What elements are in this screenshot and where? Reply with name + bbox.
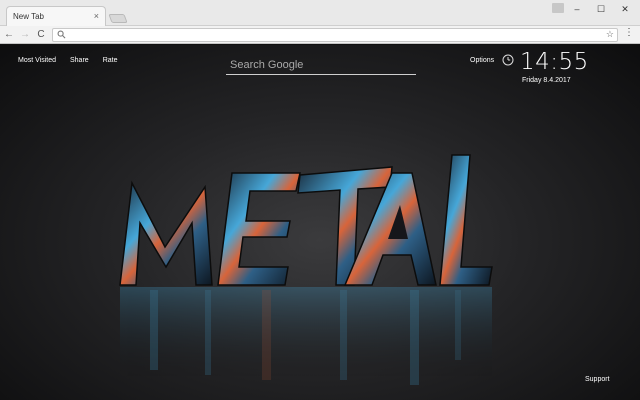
search-box bbox=[226, 55, 416, 75]
search-input[interactable] bbox=[226, 56, 416, 74]
new-tab-page: Most Visited Share Rate Options 14:55 Fr… bbox=[0, 45, 640, 400]
new-tab-button[interactable] bbox=[108, 14, 128, 23]
profile-icon[interactable] bbox=[552, 3, 564, 13]
clock-date: Friday 8.4.2017 bbox=[522, 77, 571, 84]
browser-toolbar: ← → C ☆ ⋮ bbox=[0, 26, 640, 44]
browser-menu-icon[interactable]: ⋮ bbox=[624, 27, 634, 38]
close-tab-icon[interactable]: × bbox=[94, 12, 99, 21]
metal-3d-artwork bbox=[119, 154, 493, 385]
support-link[interactable]: Support bbox=[585, 376, 610, 383]
reload-button[interactable]: C bbox=[34, 29, 48, 40]
most-visited-link[interactable]: Most Visited bbox=[18, 57, 56, 64]
close-window-button[interactable]: ✕ bbox=[618, 3, 632, 15]
clock-time: 14:55 bbox=[520, 49, 589, 75]
back-button[interactable]: ← bbox=[2, 29, 16, 40]
tab-title: New Tab bbox=[13, 12, 44, 21]
tab-new-tab[interactable]: New Tab × bbox=[6, 6, 106, 26]
forward-button[interactable]: → bbox=[18, 29, 32, 40]
rate-link[interactable]: Rate bbox=[103, 57, 118, 64]
address-bar[interactable]: ☆ bbox=[52, 28, 618, 42]
search-icon bbox=[57, 30, 66, 39]
share-link[interactable]: Share bbox=[70, 57, 89, 64]
title-bar: New Tab × – ☐ ✕ bbox=[0, 0, 640, 26]
bookmark-star-icon[interactable]: ☆ bbox=[606, 29, 614, 40]
minimize-button[interactable]: – bbox=[570, 3, 584, 15]
maximize-button[interactable]: ☐ bbox=[594, 3, 608, 15]
options-link[interactable]: Options bbox=[470, 57, 494, 64]
top-links: Most Visited Share Rate bbox=[18, 57, 117, 64]
clock-icon[interactable] bbox=[502, 54, 514, 66]
